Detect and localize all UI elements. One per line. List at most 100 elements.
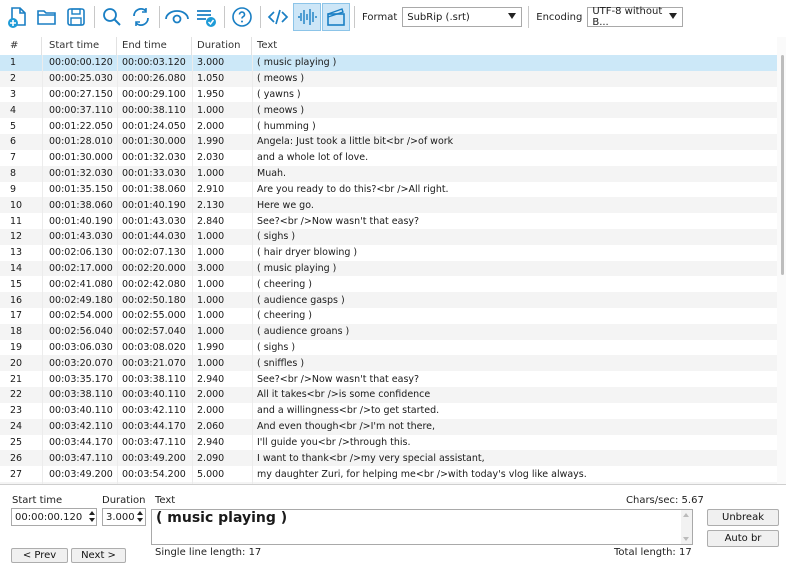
row-end-time: 00:01:44.030 bbox=[122, 231, 186, 243]
scrollbar-thumb[interactable] bbox=[781, 55, 784, 275]
row-number: 22 bbox=[10, 389, 23, 401]
row-end-time: 00:02:20.000 bbox=[122, 262, 186, 274]
open-folder-icon[interactable] bbox=[33, 3, 61, 31]
row-start-time: 00:03:44.170 bbox=[49, 436, 113, 448]
save-icon[interactable] bbox=[62, 3, 90, 31]
row-number: 6 bbox=[10, 136, 17, 148]
column-header-start-time[interactable]: Start time bbox=[42, 37, 117, 55]
row-start-time: 00:03:42.110 bbox=[49, 421, 113, 433]
new-file-icon[interactable] bbox=[4, 3, 32, 31]
chevron-down-icon bbox=[508, 13, 517, 19]
row-duration: 2.060 bbox=[197, 421, 225, 433]
visual-sync-icon[interactable] bbox=[163, 3, 191, 31]
duration-label: Duration bbox=[102, 495, 146, 506]
row-duration: 1.000 bbox=[197, 278, 225, 290]
row-start-time: 00:03:20.070 bbox=[49, 357, 113, 369]
row-duration: 1.990 bbox=[197, 136, 225, 148]
row-duration: 2.000 bbox=[197, 120, 225, 132]
row-number: 2 bbox=[10, 73, 17, 85]
video-icon[interactable] bbox=[322, 3, 350, 31]
column-divider bbox=[117, 55, 118, 484]
row-start-time: 00:03:06.030 bbox=[49, 342, 113, 354]
row-number: 1 bbox=[10, 57, 17, 69]
row-text: ( meows ) bbox=[257, 104, 305, 116]
toolbar-separator bbox=[94, 6, 95, 28]
column-header-duration[interactable]: Duration bbox=[192, 37, 252, 55]
row-start-time: 00:02:54.000 bbox=[49, 310, 113, 322]
row-text: ( music playing ) bbox=[257, 262, 337, 274]
unbreak-button[interactable]: Unbreak bbox=[707, 509, 779, 526]
row-start-time: 00:01:30.000 bbox=[49, 152, 113, 164]
row-text: I want to thank<br />my very special ass… bbox=[257, 452, 485, 464]
text-editor-scrollbar[interactable] bbox=[681, 510, 692, 544]
row-text: ( audience gasps ) bbox=[257, 294, 345, 306]
column-divider bbox=[42, 55, 43, 484]
row-start-time: 00:02:41.080 bbox=[49, 278, 113, 290]
next-button[interactable]: Next > bbox=[71, 548, 126, 563]
row-number: 24 bbox=[10, 421, 23, 433]
row-end-time: 00:02:55.000 bbox=[122, 310, 186, 322]
row-text: All it takes<br />is some confidence bbox=[257, 389, 431, 401]
row-text: See?<br />Now wasn't that easy? bbox=[257, 215, 420, 227]
row-text: ( cheering ) bbox=[257, 310, 312, 322]
row-number: 20 bbox=[10, 357, 23, 369]
toolbar-separator bbox=[354, 6, 355, 28]
row-text: ( sniffles ) bbox=[257, 357, 305, 369]
prev-button[interactable]: < Prev bbox=[11, 548, 68, 563]
auto-br-button[interactable]: Auto br bbox=[707, 530, 779, 547]
row-duration: 1.000 bbox=[197, 104, 225, 116]
start-time-input[interactable]: 00:00:00.120 bbox=[11, 508, 97, 526]
find-icon[interactable] bbox=[98, 3, 126, 31]
start-time-label: Start time bbox=[12, 495, 63, 506]
row-end-time: 00:03:21.070 bbox=[122, 357, 186, 369]
column-header-number[interactable]: # bbox=[0, 37, 42, 55]
waveform-icon[interactable] bbox=[293, 3, 321, 31]
replace-icon[interactable] bbox=[127, 3, 155, 31]
row-end-time: 00:02:50.180 bbox=[122, 294, 186, 306]
splitter[interactable] bbox=[0, 484, 786, 485]
row-text: my daughter Zuri, for helping me<br />wi… bbox=[257, 468, 587, 480]
help-icon[interactable] bbox=[228, 3, 256, 31]
subtitle-text-value: ( music playing ) bbox=[156, 510, 288, 526]
row-text: See?<br />Now wasn't that easy? bbox=[257, 373, 420, 385]
row-start-time: 00:03:49.200 bbox=[49, 468, 113, 480]
row-number: 8 bbox=[10, 168, 17, 180]
subtitle-text-editor[interactable]: ( music playing ) bbox=[151, 509, 693, 545]
start-time-spinner[interactable] bbox=[88, 510, 96, 524]
column-header-end-time[interactable]: End time bbox=[117, 37, 192, 55]
start-time-value: 00:00:00.120 bbox=[15, 511, 83, 523]
row-end-time: 00:01:33.030 bbox=[122, 168, 186, 180]
row-text: Here we go. bbox=[257, 199, 314, 211]
row-text: ( sighs ) bbox=[257, 342, 296, 354]
scroll-up-icon[interactable] bbox=[683, 513, 689, 517]
row-duration: 2.030 bbox=[197, 152, 225, 164]
row-start-time: 00:03:35.170 bbox=[49, 373, 113, 385]
row-duration: 2.000 bbox=[197, 405, 225, 417]
format-select[interactable]: SubRip (.srt) bbox=[402, 7, 523, 27]
row-duration: 1.000 bbox=[197, 357, 225, 369]
duration-spinner[interactable] bbox=[136, 510, 144, 524]
row-end-time: 00:02:57.040 bbox=[122, 326, 186, 338]
row-duration: 3.000 bbox=[197, 57, 225, 69]
source-view-icon[interactable] bbox=[264, 3, 292, 31]
subtitle-grid[interactable]: # Start time End time Duration Text 1 00:… bbox=[0, 37, 786, 484]
scroll-down-icon[interactable] bbox=[683, 537, 689, 541]
row-text: Are you ready to do this?<br />All right… bbox=[257, 183, 449, 195]
row-text: Angela: Just took a little bit<br />of w… bbox=[257, 136, 454, 148]
row-start-time: 00:01:43.030 bbox=[49, 231, 113, 243]
row-duration: 1.000 bbox=[197, 326, 225, 338]
row-duration: 2.940 bbox=[197, 373, 225, 385]
toolbar-separator bbox=[528, 6, 530, 28]
row-number: 3 bbox=[10, 89, 17, 101]
encoding-select[interactable]: UTF-8 without B... bbox=[587, 6, 684, 28]
row-text: ( cheering ) bbox=[257, 278, 312, 290]
row-duration: 2.130 bbox=[197, 199, 225, 211]
row-start-time: 00:01:40.190 bbox=[49, 215, 113, 227]
grid-scrollbar[interactable] bbox=[777, 37, 786, 484]
row-end-time: 00:03:47.110 bbox=[122, 436, 186, 448]
row-duration: 1.000 bbox=[197, 247, 225, 259]
spell-check-icon[interactable] bbox=[192, 3, 220, 31]
column-header-text[interactable]: Text bbox=[252, 37, 786, 55]
row-duration: 1.050 bbox=[197, 73, 225, 85]
row-duration: 2.000 bbox=[197, 389, 225, 401]
